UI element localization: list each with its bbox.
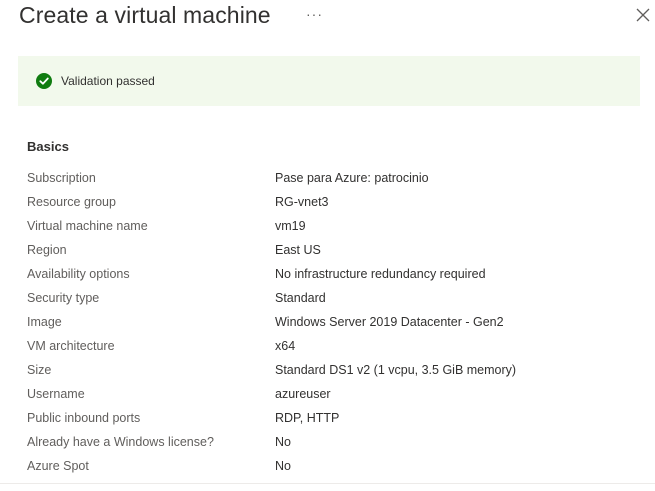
row-value: Windows Server 2019 Datacenter - Gen2 (275, 315, 504, 329)
row-value: RG-vnet3 (275, 195, 329, 209)
footer-divider (0, 483, 655, 484)
row-value: Standard DS1 v2 (1 vcpu, 3.5 GiB memory) (275, 363, 517, 377)
row-label: Availability options (27, 267, 130, 281)
summary-row-vm-name: Virtual machine name vm19 (27, 214, 647, 238)
row-value: x64 (275, 339, 296, 353)
summary-row-username: Username azureuser (27, 382, 647, 406)
row-label: Public inbound ports (27, 411, 141, 425)
summary-row-resource-group: Resource group RG-vnet3 (27, 190, 647, 214)
page-title: Create a virtual machine (19, 2, 271, 28)
validation-banner: Validation passed (18, 56, 640, 106)
row-label: VM architecture (27, 339, 115, 353)
blade-header: Create a virtual machine ··· (0, 0, 655, 40)
row-value: No (275, 459, 291, 473)
basics-summary-list: Subscription Pase para Azure: patrocinio … (27, 166, 647, 478)
summary-row-subscription: Subscription Pase para Azure: patrocinio (27, 166, 647, 190)
row-value: Pase para Azure: patrocinio (275, 171, 429, 185)
summary-row-security-type: Security type Standard (27, 286, 647, 310)
section-title-basics: Basics (27, 139, 69, 154)
summary-row-region: Region East US (27, 238, 647, 262)
row-label: Username (27, 387, 85, 401)
row-label: Azure Spot (27, 459, 89, 473)
close-icon[interactable] (634, 6, 652, 24)
row-label: Resource group (27, 195, 116, 209)
row-label: Region (27, 243, 67, 257)
summary-row-azure-spot: Azure Spot No (27, 454, 647, 478)
row-value: vm19 (275, 219, 306, 233)
more-options-button[interactable]: ··· (306, 6, 323, 22)
summary-row-image: Image Windows Server 2019 Datacenter - Ge… (27, 310, 647, 334)
row-value: Standard (275, 291, 326, 305)
summary-row-public-inbound-ports: Public inbound ports RDP, HTTP (27, 406, 647, 430)
row-label: Image (27, 315, 62, 329)
row-label: Already have a Windows license? (27, 435, 214, 449)
row-value: azureuser (275, 387, 331, 401)
row-value: No (275, 435, 291, 449)
summary-row-windows-license: Already have a Windows license? No (27, 430, 647, 454)
row-label: Subscription (27, 171, 96, 185)
row-value: No infrastructure redundancy required (275, 267, 486, 281)
summary-row-availability: Availability options No infrastructure re… (27, 262, 647, 286)
row-label: Security type (27, 291, 100, 305)
row-label: Virtual machine name (27, 219, 148, 233)
summary-row-size: Size Standard DS1 v2 (1 vcpu, 3.5 GiB mem… (27, 358, 647, 382)
row-value: East US (275, 243, 321, 257)
validation-status-text: Validation passed (61, 74, 155, 88)
checkmark-circle-icon (36, 73, 52, 89)
row-label: Size (27, 363, 52, 377)
summary-row-vm-architecture: VM architecture x64 (27, 334, 647, 358)
row-value: RDP, HTTP (275, 411, 340, 425)
